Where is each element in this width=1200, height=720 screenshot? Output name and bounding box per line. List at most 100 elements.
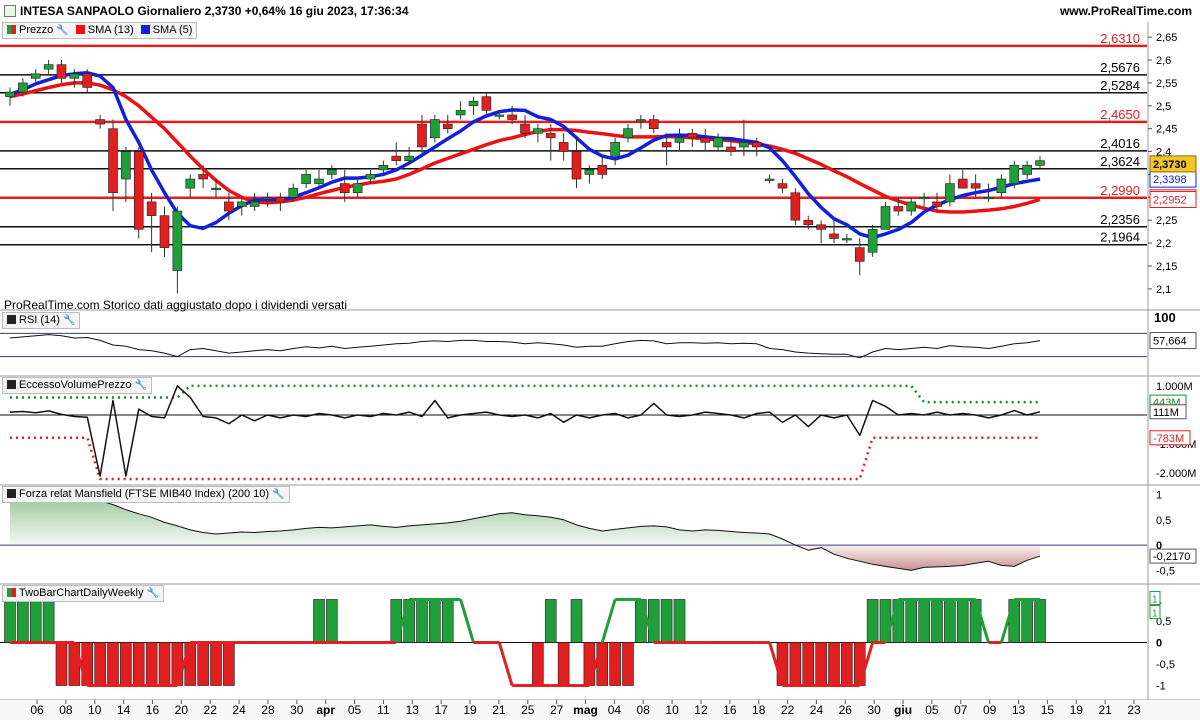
wrench-icon[interactable]: 🔧 xyxy=(135,379,147,392)
mansfield-legend[interactable]: Forza relat Mansfield (FTSE MIB40 Index)… xyxy=(2,486,290,503)
candle-down xyxy=(648,119,659,129)
daily-bar-up xyxy=(944,599,956,643)
x-tick-label: 21 xyxy=(1098,703,1112,717)
wrench-icon[interactable]: 🔧 xyxy=(272,488,284,501)
black-level-label: 2,3624 xyxy=(1100,154,1140,169)
x-tick-label: 04 xyxy=(608,703,622,717)
daily-bar-down xyxy=(55,642,68,686)
x-tick-label: 23 xyxy=(1127,703,1141,717)
candle-up xyxy=(623,128,633,139)
candle-down xyxy=(558,142,569,152)
candle-down xyxy=(95,119,105,125)
x-tick-label: 24 xyxy=(810,703,824,717)
twobar-legend-label: TwoBarChartDailyWeekly xyxy=(19,587,144,599)
x-tick-label: 30 xyxy=(868,703,882,717)
daily-bar-up xyxy=(635,599,647,643)
candle-up xyxy=(404,155,414,162)
daily-bar-up xyxy=(879,599,892,643)
sma13-legend-label: SMA (13) xyxy=(87,24,134,36)
daily-bar-down xyxy=(828,642,840,686)
candle-down xyxy=(507,114,517,120)
x-tick-label: 16 xyxy=(146,703,160,717)
daily-bar-up xyxy=(647,599,660,643)
x-tick-label: 26 xyxy=(839,703,853,717)
daily-bar-down xyxy=(184,642,197,686)
mansfield-legend-label: Forza relat Mansfield (FTSE MIB40 Index)… xyxy=(19,488,270,500)
candle-down xyxy=(777,183,788,189)
daily-bar-down xyxy=(802,642,815,686)
x-tick-label: 25 xyxy=(521,703,535,717)
daily-bar-down xyxy=(210,642,222,686)
candle-down xyxy=(481,96,492,111)
candle-up xyxy=(919,197,929,200)
daily-bar-down xyxy=(815,642,827,686)
twobar-tick-label: -1 xyxy=(1156,681,1166,693)
candle-down xyxy=(520,123,530,134)
candle-down xyxy=(391,155,402,162)
daily-bar-up xyxy=(931,599,943,643)
candle-down xyxy=(198,174,208,180)
weekly-line-segment xyxy=(497,642,514,686)
price-tick-label: 2,1 xyxy=(1156,284,1171,296)
x-tick-label: 24 xyxy=(232,703,246,717)
volume-legend[interactable]: EccessoVolumePrezzo 🔧 xyxy=(2,377,152,394)
price-tick-label: 2,65 xyxy=(1156,32,1177,44)
red-level-label: 2,4650 xyxy=(1100,107,1140,122)
black-level-label: 2,2356 xyxy=(1100,212,1140,227)
candle-down xyxy=(133,151,144,230)
candle-up xyxy=(301,174,311,184)
black-level-label: 2,4016 xyxy=(1100,136,1140,151)
price-tick-label: 2,25 xyxy=(1156,215,1177,227)
data-note: ProRealTime.com Storico dati aggiustato … xyxy=(4,298,348,312)
red-level-label: 2,6310 xyxy=(1100,31,1140,46)
candle-down xyxy=(275,197,286,203)
candle-down xyxy=(932,201,942,207)
daily-bar-up xyxy=(1008,599,1021,643)
x-tick-label: 22 xyxy=(204,703,218,717)
candle-up xyxy=(713,137,723,148)
candle-down xyxy=(751,142,762,148)
daily-bar-down xyxy=(81,642,94,686)
daily-bar-down xyxy=(557,642,570,686)
daily-bar-up xyxy=(570,599,583,643)
wrench-icon[interactable]: 🔧 xyxy=(56,24,68,37)
collapse-icon[interactable] xyxy=(4,5,16,17)
candle-up xyxy=(18,82,28,93)
candle-up xyxy=(185,178,196,189)
x-tick-label: 18 xyxy=(752,703,766,717)
daily-bar-up xyxy=(403,599,415,643)
black-level-label: 2,1964 xyxy=(1100,230,1140,245)
twobar-swatch xyxy=(7,588,16,597)
x-tick-label: 08 xyxy=(59,703,73,717)
daily-bar-down xyxy=(145,642,158,686)
rsi-legend[interactable]: RSI (14) 🔧 xyxy=(2,312,81,329)
daily-bar-up xyxy=(956,599,969,643)
x-tick-label: 28 xyxy=(261,703,275,717)
candle-down xyxy=(56,64,67,79)
x-tick-label: 05 xyxy=(925,703,939,717)
price-legend[interactable]: Prezzo 🔧 SMA (13) SMA (5) xyxy=(2,22,198,39)
candle-down xyxy=(957,178,968,189)
x-tick-label: 13 xyxy=(1012,703,1026,717)
candle-down xyxy=(790,192,801,221)
site-url[interactable]: www.ProRealTime.com xyxy=(1060,4,1192,18)
x-tick-label: 11 xyxy=(377,703,390,717)
daily-bar-down xyxy=(853,642,866,686)
candle-down xyxy=(146,201,157,216)
wrench-icon[interactable]: 🔧 xyxy=(63,314,75,327)
volume-tick-label: 1.000M xyxy=(1156,381,1193,393)
twobar-legend[interactable]: TwoBarChartDailyWeekly 🔧 xyxy=(2,585,164,602)
candle-up xyxy=(533,128,543,134)
candle-down xyxy=(571,151,582,180)
volume-tick-label: -2.000M xyxy=(1156,468,1196,480)
volume-line xyxy=(9,385,1041,477)
x-tick-label: 10 xyxy=(88,703,102,717)
x-tick-label: 13 xyxy=(406,703,420,717)
daily-bar-up xyxy=(313,599,325,643)
candle-down xyxy=(545,132,556,139)
candle-up xyxy=(211,187,221,190)
daily-bar-up xyxy=(1021,599,1033,643)
candle-up xyxy=(69,73,80,79)
x-tick-label: 17 xyxy=(434,703,448,717)
wrench-icon[interactable]: 🔧 xyxy=(147,587,159,600)
